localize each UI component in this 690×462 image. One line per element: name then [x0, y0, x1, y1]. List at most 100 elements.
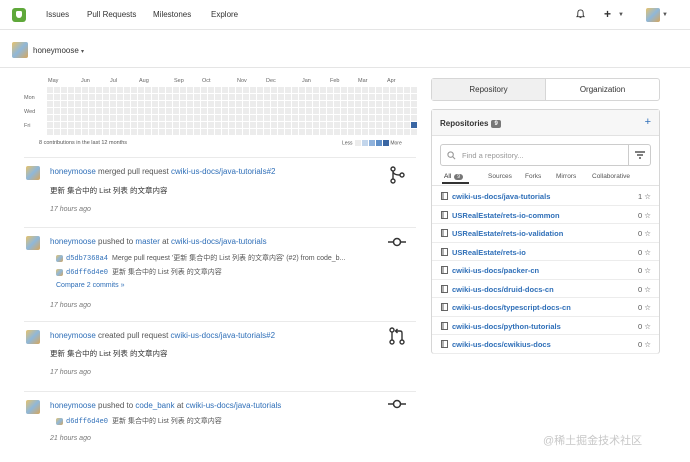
repositories-header: Repositories 9 + [432, 110, 659, 136]
heatmap-cell [47, 108, 53, 114]
heatmap-cell [376, 129, 382, 135]
heatmap-cell [117, 122, 123, 128]
repo-search-input[interactable]: Find a repository... [462, 151, 524, 160]
heatmap-cell [47, 101, 53, 107]
heatmap-cell [215, 87, 221, 93]
heatmap-cell [187, 122, 193, 128]
feed-avatar[interactable] [26, 236, 40, 250]
feed-target-link[interactable]: cwiki-us-docs/java-tutorials [186, 401, 282, 410]
feed-time: 17 hours ago [50, 302, 91, 309]
heatmap-cell [257, 108, 263, 114]
user-avatar[interactable] [646, 8, 660, 22]
heatmap-cell [180, 122, 186, 128]
repo-link[interactable]: USRealEstate/rets-io-common [452, 211, 560, 220]
feed-target-link[interactable]: cwiki-us-docs/java-tutorials [171, 237, 267, 246]
commit-sha-link[interactable]: d6dff6d4e0 [66, 418, 108, 426]
gitea-logo-icon[interactable] [12, 8, 26, 22]
filter-button[interactable] [628, 145, 650, 165]
nav-pull-requests[interactable]: Pull Requests [87, 10, 136, 19]
heatmap-cell [166, 87, 172, 93]
heatmap-cell [320, 87, 326, 93]
repo-link[interactable]: cwiki-us-docs/packer-cn [452, 266, 539, 275]
chevron-down-icon[interactable]: ▼ [618, 12, 624, 18]
chevron-down-icon[interactable]: ▼ [662, 12, 668, 18]
filter-all[interactable]: All 9 [441, 173, 470, 184]
heatmap-cell [103, 94, 109, 100]
repo-link[interactable]: cwiki-us-docs/druid-docs-cn [452, 285, 554, 294]
repo-row[interactable]: cwiki-us-docs/cwikius-docs 0 ☆ [432, 335, 659, 354]
repo-link[interactable]: cwiki-us-docs/java-tutorials [452, 192, 550, 201]
feed-user-link[interactable]: honeymoose [50, 401, 96, 410]
feed-user-link[interactable]: honeymoose [50, 167, 96, 176]
heatmap-cell [68, 129, 74, 135]
heatmap-cell [383, 94, 389, 100]
legend-swatch [382, 140, 389, 146]
bell-icon[interactable] [576, 9, 585, 19]
heatmap-cell [201, 115, 207, 121]
heatmap-cell [110, 122, 116, 128]
feed-avatar[interactable] [26, 166, 40, 180]
feed-item: honeymoose created pull request cwiki-us… [24, 321, 416, 391]
create-plus-icon[interactable]: + [604, 7, 611, 21]
repo-row[interactable]: USRealEstate/rets-io 0 ☆ [432, 243, 659, 261]
compare-commits-link[interactable]: Compare 2 commits » [56, 282, 124, 289]
commit-sha-link[interactable]: d6dff6d4e0 [66, 269, 108, 277]
star-icon: ☆ [644, 210, 651, 220]
nav-explore[interactable]: Explore [211, 10, 238, 19]
heatmap-cell [355, 87, 361, 93]
feed-target-link[interactable]: cwiki-us-docs/java-tutorials#2 [171, 167, 275, 176]
heatmap-cell [341, 115, 347, 121]
branch-link[interactable]: master [135, 237, 159, 246]
tab-repository[interactable]: Repository [432, 79, 546, 100]
repo-stars: 0 ☆ [638, 340, 651, 349]
heatmap-cell [75, 115, 81, 121]
nav-milestones[interactable]: Milestones [153, 10, 191, 19]
repo-row[interactable]: cwiki-us-docs/packer-cn 0 ☆ [432, 261, 659, 280]
context-avatar[interactable] [12, 42, 28, 58]
branch-link[interactable]: code_bank [135, 401, 174, 410]
repo-row[interactable]: cwiki-us-docs/python-tutorials 0 ☆ [432, 317, 659, 335]
heatmap-cell [201, 108, 207, 114]
feed-time: 17 hours ago [50, 369, 91, 376]
feed-avatar[interactable] [26, 400, 40, 414]
month-label: Apr [387, 78, 396, 84]
feed-avatar[interactable] [26, 330, 40, 344]
tab-organization[interactable]: Organization [546, 79, 659, 100]
filter-collaborative[interactable]: Collaborative [592, 173, 630, 180]
repo-link[interactable]: USRealEstate/rets-io-validation [452, 229, 563, 238]
heatmap-cell [369, 94, 375, 100]
filter-forks[interactable]: Forks [525, 173, 541, 180]
repo-link[interactable]: cwiki-us-docs/typescript-docs-cn [452, 303, 571, 312]
heatmap-cell [145, 108, 151, 114]
heatmap-cell [264, 87, 270, 93]
repo-row[interactable]: cwiki-us-docs/druid-docs-cn 0 ☆ [432, 280, 659, 298]
heatmap-cell [124, 115, 130, 121]
feed-user-link[interactable]: honeymoose [50, 331, 96, 340]
new-repo-plus-icon[interactable]: + [645, 116, 651, 128]
repo-search-field[interactable]: Find a repository... [440, 144, 651, 166]
context-user-dropdown[interactable]: honeymoose ▾ [33, 46, 84, 55]
nav-issues[interactable]: Issues [46, 10, 69, 19]
repo-row[interactable]: cwiki-us-docs/java-tutorials 1 ☆ [432, 187, 659, 206]
heatmap-cell [264, 94, 270, 100]
repo-link[interactable]: cwiki-us-docs/python-tutorials [452, 322, 561, 331]
repo-link[interactable]: USRealEstate/rets-io [452, 248, 526, 257]
repo-row[interactable]: cwiki-us-docs/typescript-docs-cn 0 ☆ [432, 298, 659, 317]
commit-message: 更新 集合中的 List 列表 的文章内容 [112, 418, 222, 425]
commit-sha-link[interactable]: d5db7368a4 [66, 255, 108, 263]
heatmap-cell [299, 122, 305, 128]
star-count: 0 [638, 229, 643, 238]
filter-mirrors[interactable]: Mirrors [556, 173, 576, 180]
heatmap-cell [376, 115, 382, 121]
feed-target-link[interactable]: cwiki-us-docs/java-tutorials#2 [171, 331, 275, 340]
feed-user-link[interactable]: honeymoose [50, 237, 96, 246]
heatmap-cell [257, 129, 263, 135]
repo-link[interactable]: cwiki-us-docs/cwikius-docs [452, 340, 551, 349]
repo-row[interactable]: USRealEstate/rets-io-validation 0 ☆ [432, 224, 659, 243]
repo-row[interactable]: USRealEstate/rets-io-common 0 ☆ [432, 206, 659, 224]
filter-sources[interactable]: Sources [488, 173, 512, 180]
heatmap-cell [124, 87, 130, 93]
heatmap-cell [292, 87, 298, 93]
heatmap-cell [54, 129, 60, 135]
heatmap-cell [411, 94, 417, 100]
